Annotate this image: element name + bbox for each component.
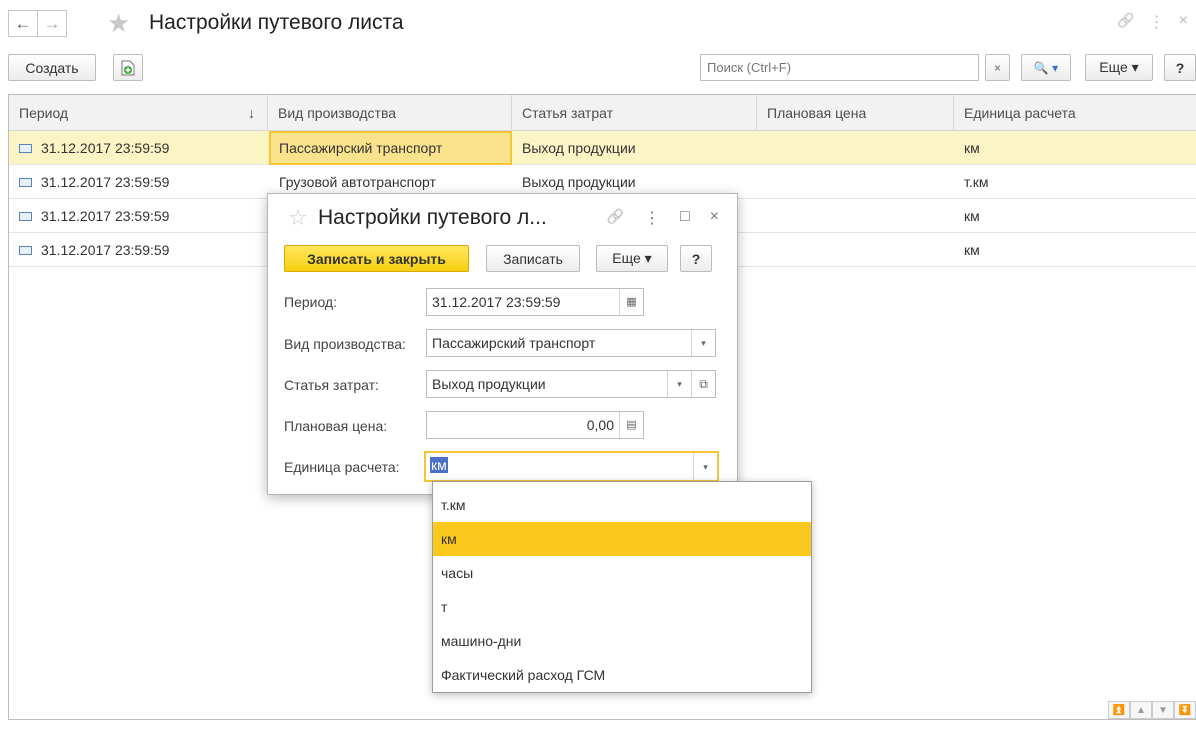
row-production[interactable]: Пассажирский транспорт [269,131,512,165]
planned-price-label: Плановая цена: [284,418,388,434]
production-field[interactable]: Пассажирский транспорт ▾ [426,329,716,357]
close-icon[interactable]: × [710,208,719,228]
row-unit: км [964,242,980,258]
close-icon[interactable]: × [1179,12,1188,32]
record-icon [19,211,32,221]
row-period: 31.12.2017 23:59:59 [9,199,268,233]
more-icon[interactable]: ⋮ [644,208,660,228]
record-icon [19,245,32,255]
dialog-title: Настройки путевого л... [318,206,547,229]
row-planned-price [757,233,954,267]
link-icon[interactable]: 🔗 [607,208,624,228]
row-period: 31.12.2017 23:59:59 [9,165,268,199]
row-unit: т.км [964,174,989,190]
save-button[interactable]: Записать [486,245,580,272]
row-period: 31.12.2017 23:59:59 [9,131,268,165]
row-planned-price [757,131,954,165]
save-and-close-button[interactable]: Записать и закрыть [284,245,469,272]
column-header-period[interactable]: Период ↓ [9,95,268,131]
period-label: Период: [284,294,337,310]
cost-item-field[interactable]: Выход продукции ▾ ⧉ [426,370,716,398]
row-period: 31.12.2017 23:59:59 [9,233,268,267]
row-cost-item: Выход продукции [522,140,636,156]
more-button[interactable]: Еще ▾ [1085,54,1153,81]
column-header-production[interactable]: Вид производства [268,95,512,131]
dropdown-option[interactable]: часы [433,556,811,590]
unit-field[interactable]: км ▾ [424,451,719,482]
unit-label: Единица расчета: [284,459,400,475]
calculator-icon[interactable]: ▤ [619,412,643,438]
table-row[interactable]: 31.12.2017 23:59:59 Пассажирский транспо… [9,131,1196,165]
table-header: Период ↓ Вид производства Статья затрат … [9,95,1196,131]
open-icon[interactable]: ⧉ [691,371,715,397]
more-icon[interactable]: ⋮ [1149,12,1165,32]
favorite-star-icon[interactable]: ★ [107,7,130,39]
row-planned-price [757,199,954,233]
record-icon [19,177,32,187]
maximize-icon[interactable]: □ [680,208,690,228]
record-icon [19,143,32,153]
search-clear-button[interactable]: × [985,54,1010,81]
dialog-help-button[interactable]: ? [680,245,712,272]
document-add-icon [121,60,135,75]
chevron-down-icon[interactable]: ▾ [693,453,717,480]
row-unit: км [964,208,980,224]
row-unit: км [964,140,980,156]
row-planned-price [757,165,954,199]
forward-button[interactable]: → [37,10,67,37]
dropdown-option[interactable]: Фактический расход ГСМ [433,658,811,692]
link-icon[interactable]: 🔗 [1117,12,1134,32]
column-header-unit[interactable]: Единица расчета [954,95,1196,131]
chevron-down-icon[interactable]: ▾ [667,371,691,397]
favorite-star-icon[interactable]: ☆ [288,203,308,233]
search-input[interactable] [700,54,979,81]
scroll-up-icon[interactable]: ▲ [1130,701,1152,719]
cost-item-label: Статья затрат: [284,377,379,393]
dropdown-option[interactable]: машино-дни [433,624,811,658]
back-button[interactable]: ← [8,10,38,37]
scroll-last-icon[interactable]: ⏬ [1174,701,1196,719]
column-header-cost-item[interactable]: Статья затрат [512,95,757,131]
production-label: Вид производства: [284,336,406,352]
scroll-controls: ⏫ ▲ ▼ ⏬ [1108,701,1196,719]
dropdown-option[interactable]: т.км [433,488,811,522]
sort-down-icon: ↓ [248,105,255,121]
dialog-more-button[interactable]: Еще ▾ [596,245,668,272]
period-field[interactable]: 31.12.2017 23:59:59 ▦ [426,288,644,316]
scroll-down-icon[interactable]: ▼ [1152,701,1174,719]
scroll-first-icon[interactable]: ⏫ [1108,701,1130,719]
dropdown-option[interactable]: т [433,590,811,624]
search-button[interactable]: 🔍 ▾ [1021,54,1071,81]
column-header-planned-price[interactable]: Плановая цена [757,95,954,131]
unit-dropdown-list: т.км км часы т машино-дни Фактический ра… [432,481,812,693]
page-title: Настройки путевого листа [149,11,404,34]
create-copy-button[interactable] [113,54,143,81]
help-button[interactable]: ? [1164,54,1196,81]
settings-dialog: ☆ Настройки путевого л... 🔗 ⋮ □ × Записа… [267,193,738,495]
chevron-down-icon[interactable]: ▾ [691,330,715,356]
create-button[interactable]: Создать [8,54,96,81]
planned-price-field[interactable]: 0,00 ▤ [426,411,644,439]
dropdown-option-selected[interactable]: км [433,522,811,556]
calendar-icon[interactable]: ▦ [619,289,643,315]
